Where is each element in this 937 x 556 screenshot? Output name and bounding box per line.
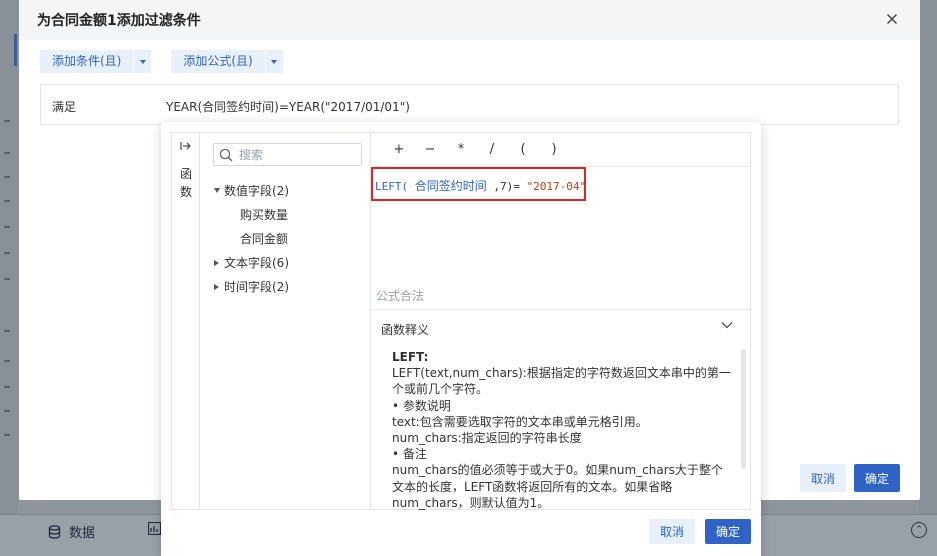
chart-icon [148,522,161,535]
function-description-title: 函数释义 [381,323,430,337]
operator-multiply-button[interactable]: * [453,142,469,157]
expand-arrow-icon[interactable] [180,141,192,151]
background-right-strip [919,0,937,514]
tree-field-purchase-qty[interactable]: 购买数量 [200,203,370,227]
tree-group-text[interactable]: 文本字段(6) [200,251,370,275]
add-formula-dropdown-icon[interactable] [264,50,283,73]
dialog-cancel-button[interactable]: 取消 [800,464,846,492]
tree-expanded-icon[interactable] [214,188,220,193]
dialog-ok-button[interactable]: 确定 [854,464,900,492]
operator-open-paren-button[interactable]: ( [515,142,531,157]
operator-minus-button[interactable]: − [422,142,438,157]
tree-group-label[interactable]: 文本字段(6) [224,251,289,275]
dialog-title: 为合同金额1添加过滤条件 [37,13,201,29]
field-tree: 数值字段(2) 购买数量 合同金额 文本字段(6) 时间字段(2) [200,179,370,299]
tree-group-time[interactable]: 时间字段(2) [200,275,370,299]
condition-row[interactable]: 满足 YEAR(合同签约时间)=YEAR("2017/01/01") [40,84,899,125]
condition-toolbar: 添加条件(且) 添加公式(且) [40,50,283,73]
database-icon [48,524,61,539]
operator-close-paren-button[interactable]: ) [546,142,562,157]
search-icon [219,148,233,161]
tree-field-contract-amount[interactable]: 合同金额 [200,227,370,251]
close-icon[interactable] [884,11,900,27]
popup-cancel-button[interactable]: 取消 [649,519,695,544]
tree-group-label[interactable]: 时间字段(2) [224,275,289,299]
condition-formula-text[interactable]: YEAR(合同签约时间)=YEAR("2017/01/01") [166,98,410,115]
description-line: LEFT(text,num_chars):根据指定的字符数返回文本串中的第一个或… [392,366,731,397]
operator-plus-button[interactable]: + [391,142,407,157]
bottom-tab-chart[interactable] [148,522,161,535]
background-left-strip [0,0,18,556]
formula-editor-popup: 函数 数值字段(2) 购买数量 合同金额 文本字段(6) [161,122,761,556]
add-condition-button[interactable]: 添加条件(且) [40,50,152,73]
tree-collapsed-icon[interactable] [214,284,219,290]
tree-collapsed-icon[interactable] [214,260,219,266]
add-formula-label[interactable]: 添加公式(且) [171,50,264,73]
dialog-header: 为合同金额1添加过滤条件 [19,0,920,40]
formula-validity-text: 公式合法 [376,289,425,303]
tree-field-label[interactable]: 合同金额 [240,227,288,251]
add-formula-button[interactable]: 添加公式(且) [171,50,283,73]
description-scrollbar[interactable] [741,349,746,469]
description-line: num_chars的值必须等于或大于0。如果num_chars大于整个文本的长度… [392,463,723,510]
description-line: text:包含需要选取字符的文本串或单元格引用。 [392,414,648,429]
popup-ok-button[interactable]: 确定 [705,519,751,544]
field-search-input[interactable] [239,147,349,162]
operator-bar: + − * / ( ) [371,133,750,167]
function-description-header[interactable]: 函数释义 [371,309,750,345]
description-line: LEFT: [392,350,429,364]
formula-editor: + − * / ( ) LEFT( 合同签约时间 ,7)= "2017-04" … [371,132,751,510]
add-condition-dropdown-icon[interactable] [133,50,151,73]
field-panel: 数值字段(2) 购买数量 合同金额 文本字段(6) 时间字段(2) [200,132,371,510]
description-line: • 参数说明 [392,398,451,413]
condition-match-label: 满足 [52,100,77,114]
field-search-box[interactable] [213,143,362,166]
background-active-indicator [14,34,17,66]
tree-field-label[interactable]: 购买数量 [240,203,288,227]
function-panel-toggle[interactable]: 函数 [171,132,200,510]
formula-highlight-box [371,167,586,201]
description-line: num_chars:指定返回的字符串长度 [392,431,582,446]
operator-divide-button[interactable]: / [484,142,500,157]
add-condition-label[interactable]: 添加条件(且) [40,50,133,73]
collapse-up-icon[interactable]: ⌃ [911,522,927,538]
tree-group-label[interactable]: 数值字段(2) [224,179,289,203]
tree-group-numeric[interactable]: 数值字段(2) [200,179,370,203]
bottom-tab-data-label: 数据 [69,526,96,541]
description-line: • 备注 [392,447,427,462]
function-tab-label[interactable]: 函数 [180,165,192,201]
chevron-down-icon[interactable] [721,321,733,329]
bottom-tab-data[interactable]: 数据 [48,522,95,541]
function-description-body: LEFT: LEFT(text,num_chars):根据指定的字符数返回文本串… [392,349,732,511]
